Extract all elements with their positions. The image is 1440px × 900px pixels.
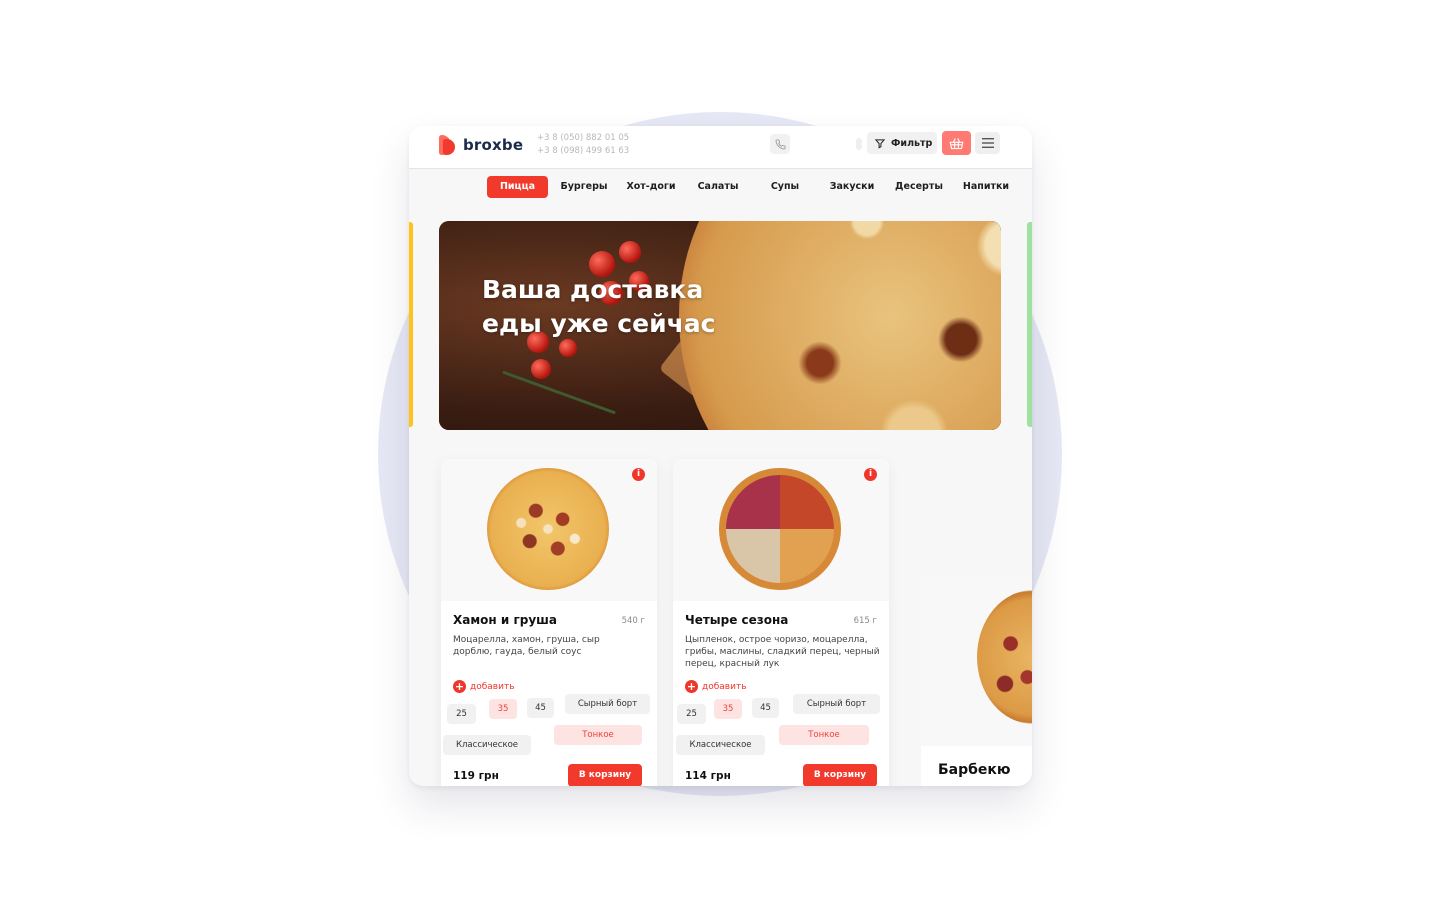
crust-option[interactable]: Сырный борт (565, 694, 650, 714)
brand-name: broxbe (463, 136, 524, 154)
category-hotdogs[interactable]: Хот-доги (623, 176, 679, 198)
tomato-image (619, 241, 641, 263)
category-burgers[interactable]: Бургеры (556, 176, 612, 198)
product-photo: i (673, 459, 889, 601)
pizza-image (977, 590, 1032, 724)
filter-label: Фильтр (891, 137, 933, 149)
phone-icon (775, 138, 786, 149)
product-card: i Хамон и груша 540 г Моцарелла, хамон, … (441, 459, 657, 786)
size-option[interactable]: 45 (752, 698, 779, 718)
product-card: Барбекю (921, 576, 1032, 786)
product-price: 119 грн (453, 770, 499, 782)
crust-option[interactable]: Классическое (443, 735, 531, 755)
size-option-selected[interactable]: 35 (714, 699, 742, 719)
crust-option[interactable]: Классическое (676, 735, 765, 755)
add-to-cart-button[interactable]: В корзину (568, 764, 642, 786)
add-ingredient-button[interactable]: + добавить (453, 680, 515, 693)
info-icon[interactable]: i (864, 468, 877, 481)
product-photo (921, 576, 1032, 746)
crust-option-selected[interactable]: Тонкое (554, 725, 642, 745)
cart-button[interactable] (942, 131, 971, 155)
header-divider (856, 138, 862, 150)
phone-number-2[interactable]: +3 8 (098) 499 61 63 (537, 145, 629, 158)
add-ingredient-button[interactable]: + добавить (685, 680, 747, 693)
phone-number-1[interactable]: +3 8 (050) 882 01 05 (537, 132, 629, 145)
category-nav: Пицца Бургеры Хот-доги Салаты Супы Закус… (409, 176, 1032, 200)
category-soups[interactable]: Супы (757, 176, 813, 198)
hamburger-icon (981, 138, 994, 148)
product-title: Четыре сезона (685, 613, 789, 627)
product-card: i Четыре сезона 615 г Цыпленок, острое ч… (673, 459, 889, 786)
category-desserts[interactable]: Десерты (891, 176, 947, 198)
promo-banner[interactable]: Ваша доставка еды уже сейчас (439, 221, 1001, 430)
logo-icon (439, 135, 457, 155)
size-option[interactable]: 25 (677, 704, 706, 724)
product-description: Цыпленок, острое чоризо, моцарелла, гриб… (685, 635, 880, 669)
category-pizza[interactable]: Пицца (487, 176, 548, 198)
tomato-image (531, 359, 551, 379)
app-window: broxbe +3 8 (050) 882 01 05 +3 8 (098) 4… (409, 126, 1032, 786)
header: broxbe +3 8 (050) 882 01 05 +3 8 (098) 4… (409, 126, 1032, 169)
banner-title-line-2: еды уже сейчас (482, 309, 716, 338)
tomato-image (559, 339, 577, 357)
pizza-image (719, 468, 841, 590)
info-icon[interactable]: i (632, 468, 645, 481)
size-option[interactable]: 45 (527, 698, 554, 718)
logo[interactable]: broxbe (439, 135, 523, 155)
pizza-image (487, 468, 609, 590)
banner-title-line-1: Ваша доставка (482, 275, 704, 304)
category-snacks[interactable]: Закуски (823, 176, 881, 198)
prev-banner-peek[interactable] (409, 222, 413, 427)
category-drinks[interactable]: Напитки (958, 176, 1014, 198)
banner-title: Ваша доставка еды уже сейчас (482, 273, 802, 341)
add-to-cart-button[interactable]: В корзину (803, 764, 877, 786)
menu-button[interactable] (975, 132, 1000, 154)
next-banner-peek[interactable] (1027, 222, 1032, 427)
category-salads[interactable]: Салаты (690, 176, 746, 198)
add-label: добавить (470, 681, 515, 692)
product-title: Хамон и груша (453, 613, 557, 627)
basket-icon (949, 137, 964, 149)
product-weight: 540 г (621, 616, 645, 626)
size-option-selected[interactable]: 35 (489, 699, 517, 719)
filter-button[interactable]: Фильтр (867, 132, 937, 154)
plus-icon: + (685, 680, 698, 693)
call-button[interactable] (770, 134, 790, 154)
plus-icon: + (453, 680, 466, 693)
product-photo: i (441, 459, 657, 601)
filter-icon (874, 138, 886, 148)
crust-option[interactable]: Сырный борт (793, 694, 880, 714)
product-weight: 615 г (853, 616, 877, 626)
product-price: 114 грн (685, 770, 731, 782)
add-label: добавить (702, 681, 747, 692)
product-description: Моцарелла, хамон, груша, сыр дорблю, гау… (453, 635, 600, 657)
crust-option-selected[interactable]: Тонкое (779, 725, 869, 745)
product-title: Барбекю (938, 762, 1011, 778)
phone-numbers: +3 8 (050) 882 01 05 +3 8 (098) 499 61 6… (537, 132, 629, 158)
size-option[interactable]: 25 (447, 704, 476, 724)
